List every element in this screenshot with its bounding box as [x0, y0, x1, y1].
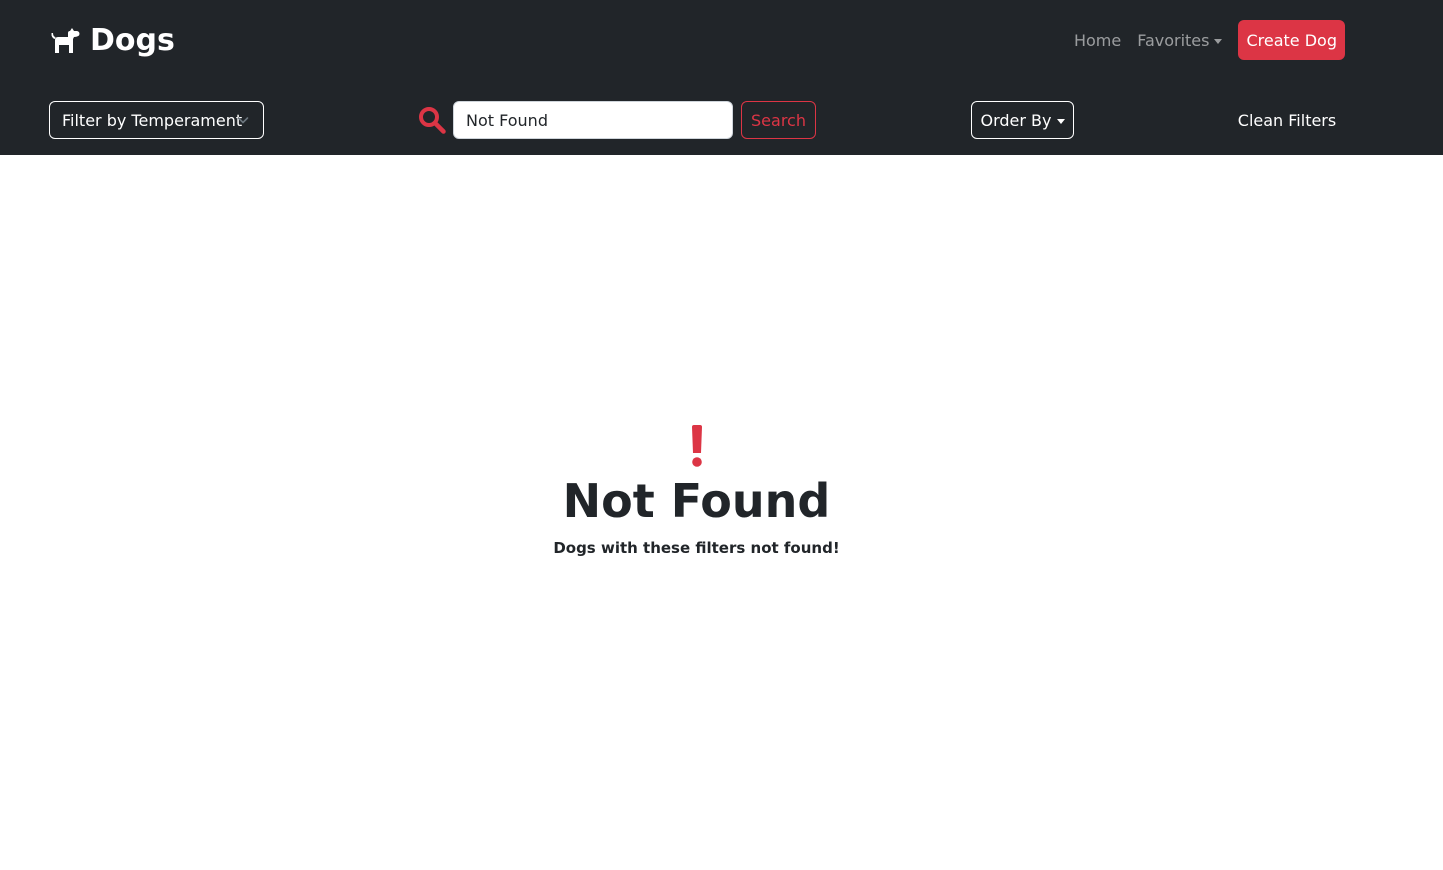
- exclamation-icon: [691, 425, 702, 467]
- brand-link[interactable]: Dogs: [50, 22, 175, 60]
- caret-down-icon: [1214, 38, 1223, 44]
- temperament-filter-select[interactable]: Filter by Temperament: [49, 101, 264, 139]
- chevron-down-icon: [237, 117, 249, 124]
- empty-state-title: Not Found: [562, 474, 831, 528]
- empty-state-message: Dogs with these filters not found!: [553, 539, 840, 557]
- caret-down-icon: [1056, 118, 1065, 124]
- order-by-label: Order By: [980, 110, 1052, 130]
- nav-favorites-label: Favorites: [1137, 30, 1210, 50]
- search-icon: [419, 107, 446, 134]
- dog-icon: [50, 27, 80, 55]
- brand-name: Dogs: [90, 23, 175, 58]
- nav-favorites-dropdown[interactable]: Favorites: [1129, 31, 1230, 50]
- search-input[interactable]: [453, 101, 733, 139]
- clean-filters-button[interactable]: Clean Filters: [1232, 101, 1342, 139]
- search-button[interactable]: Search: [741, 101, 816, 139]
- temperament-filter-label: Filter by Temperament: [62, 110, 243, 130]
- order-by-dropdown[interactable]: Order By: [971, 101, 1074, 139]
- empty-state: Not Found Dogs with these filters not fo…: [0, 425, 1393, 557]
- nav-home[interactable]: Home: [1066, 31, 1129, 50]
- nav-links: Home Favorites Create Dog: [1066, 20, 1345, 60]
- navbar: Dogs Home Favorites Create Dog Filter by…: [0, 0, 1443, 155]
- create-dog-button[interactable]: Create Dog: [1238, 20, 1345, 60]
